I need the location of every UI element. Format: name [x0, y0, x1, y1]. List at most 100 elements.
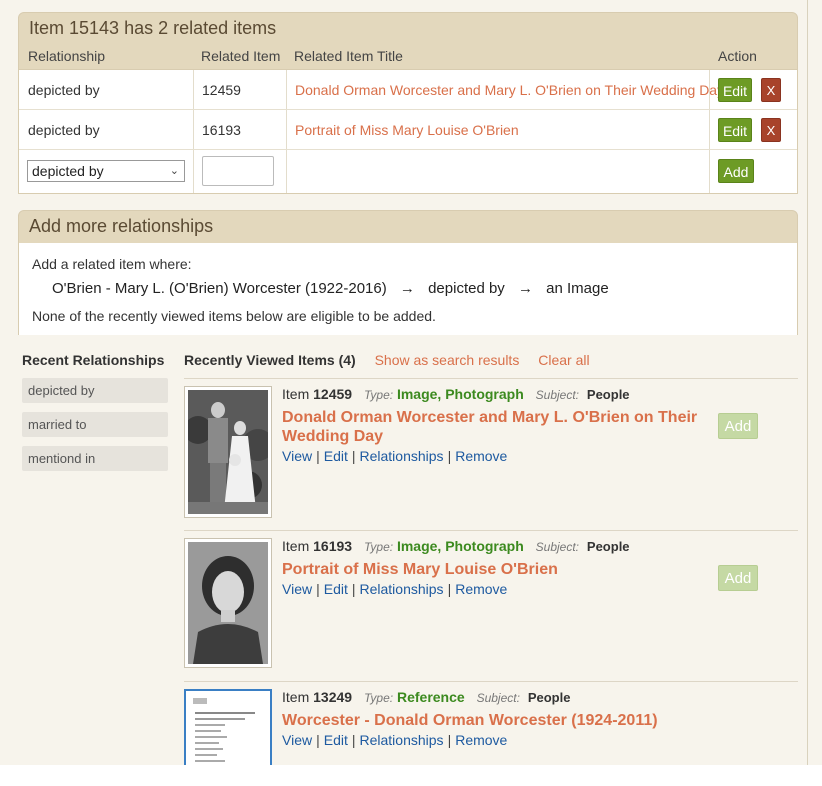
recently-viewed-heading: Recently Viewed Items (4)	[184, 352, 356, 368]
recent-relationship-item[interactable]: depicted by	[22, 378, 168, 403]
add-item-button[interactable]: Add	[718, 565, 758, 591]
divider	[184, 681, 798, 682]
subject-label: Subject:	[476, 691, 520, 705]
item-number: 12459	[313, 386, 353, 402]
relationship-select[interactable]: depicted by ⌄	[27, 160, 185, 182]
separator: |	[447, 448, 452, 464]
item-subject: People	[586, 387, 630, 402]
main-content: Item 15143 has 2 related items Relations…	[0, 0, 808, 765]
divider	[184, 530, 798, 531]
item-thumbnail[interactable]	[184, 689, 272, 765]
item-title-link[interactable]: Portrait of Miss Mary Louise O'Brien	[282, 560, 702, 579]
item-meta: Item 12459 Type: Image, Photograph Subje…	[282, 386, 630, 402]
relationships-link[interactable]: Relationships	[360, 732, 444, 748]
related-item-input[interactable]	[202, 156, 274, 186]
relationship-object: an Image	[546, 280, 609, 297]
add-item-button[interactable]: Add	[718, 413, 758, 439]
relationship-subject: O'Brien - Mary L. (O'Brien) Worcester (1…	[52, 280, 387, 297]
view-link[interactable]: View	[282, 448, 312, 464]
separator: |	[447, 732, 452, 748]
ineligible-note: None of the recently viewed items below …	[32, 308, 436, 324]
related-item-cell: 12459	[202, 82, 241, 98]
wedding-photo-image	[188, 390, 268, 514]
relationship-cell: depicted by	[28, 122, 100, 138]
remove-link[interactable]: Remove	[455, 732, 507, 748]
item-title-link[interactable]: Worcester - Donald Orman Worcester (1924…	[282, 711, 722, 730]
edit-link[interactable]: Edit	[324, 448, 348, 464]
separator: |	[447, 581, 452, 597]
clear-all-link[interactable]: Clear all	[538, 352, 589, 368]
separator: |	[316, 448, 320, 464]
chevron-down-icon: ⌄	[169, 165, 179, 177]
recently-viewed-header: Recently Viewed Items (4) Show as search…	[184, 352, 590, 368]
relationship-cell: depicted by	[28, 82, 100, 98]
add-more-relationships-panel: Add more relationships Add a related ite…	[18, 210, 798, 335]
action-column-header: Action	[718, 48, 757, 64]
relationships-link[interactable]: Relationships	[360, 581, 444, 597]
relationship-column-header: Relationship	[28, 48, 106, 64]
remove-relationship-button[interactable]: X	[761, 78, 781, 102]
remove-link[interactable]: Remove	[455, 581, 507, 597]
related-item-cell: 16193	[202, 122, 241, 138]
table-row: depicted by 16193 Portrait of Miss Mary …	[19, 110, 797, 150]
separator: |	[316, 732, 320, 748]
recent-item: Item 12459 Type: Image, Photograph Subje…	[184, 386, 798, 518]
item-number: 13249	[313, 689, 353, 705]
edit-link[interactable]: Edit	[324, 732, 348, 748]
item-label: Item	[282, 689, 310, 705]
recent-item: Item 13249 Type: Reference Subject: Peop…	[184, 689, 798, 765]
item-meta: Item 16193 Type: Image, Photograph Subje…	[282, 538, 630, 554]
separator: |	[351, 581, 356, 597]
type-label: Type:	[363, 540, 394, 554]
related-item-title-link[interactable]: Donald Orman Worcester and Mary L. O'Bri…	[295, 82, 724, 98]
item-actions: View | Edit | Relationships | Remove	[282, 448, 507, 464]
separator: |	[316, 581, 320, 597]
item-type: Reference	[396, 689, 465, 705]
item-actions: View | Edit | Relationships | Remove	[282, 581, 507, 597]
separator: |	[351, 732, 356, 748]
item-thumbnail[interactable]	[184, 538, 272, 668]
view-link[interactable]: View	[282, 581, 312, 597]
recent-relationships-heading: Recent Relationships	[22, 352, 165, 368]
right-arrow-icon: →	[517, 280, 533, 297]
related-item-column-header: Related Item	[201, 48, 281, 64]
item-label: Item	[282, 386, 310, 402]
type-label: Type:	[363, 691, 394, 705]
subject-label: Subject:	[535, 388, 580, 402]
remove-link[interactable]: Remove	[455, 448, 507, 464]
related-items-title: Item 15143 has 2 related items	[29, 18, 277, 38]
separator: |	[351, 448, 356, 464]
item-thumbnail[interactable]	[184, 386, 272, 518]
subject-label: Subject:	[535, 540, 580, 554]
edit-button[interactable]: Edit	[718, 78, 752, 102]
item-type: Image, Photograph	[396, 538, 524, 554]
remove-relationship-button[interactable]: X	[761, 118, 781, 142]
item-actions: View | Edit | Relationships | Remove	[282, 732, 507, 748]
title-column-header: Related Item Title	[294, 48, 403, 64]
add-more-title: Add more relationships	[29, 216, 214, 236]
relationship-select-value: depicted by	[32, 163, 104, 179]
edit-link[interactable]: Edit	[324, 581, 348, 597]
item-label: Item	[282, 538, 310, 554]
item-type: Image, Photograph	[396, 386, 524, 402]
related-items-table: depicted by 12459 Donald Orman Worcester…	[19, 69, 797, 193]
recent-relationship-item[interactable]: mentiond in	[22, 446, 168, 471]
new-relationship-row: depicted by ⌄ Add	[19, 150, 797, 193]
item-subject: People	[586, 539, 630, 554]
edit-button[interactable]: Edit	[718, 118, 752, 142]
view-link[interactable]: View	[282, 732, 312, 748]
related-item-title-link[interactable]: Portrait of Miss Mary Louise O'Brien	[295, 122, 519, 138]
add-relationship-button[interactable]: Add	[718, 159, 754, 183]
portrait-photo-image	[188, 542, 268, 664]
divider	[184, 378, 798, 379]
show-search-results-link[interactable]: Show as search results	[375, 352, 520, 368]
relationship-type: depicted by	[428, 280, 505, 297]
recent-item: Item 16193 Type: Image, Photograph Subje…	[184, 538, 798, 668]
right-arrow-icon: →	[399, 280, 415, 297]
item-subject: People	[527, 690, 571, 705]
item-number: 16193	[313, 538, 353, 554]
recent-relationship-item[interactable]: married to	[22, 412, 168, 437]
item-title-link[interactable]: Donald Orman Worcester and Mary L. O'Bri…	[282, 408, 702, 446]
relationships-link[interactable]: Relationships	[360, 448, 444, 464]
page-bottom	[0, 765, 822, 786]
